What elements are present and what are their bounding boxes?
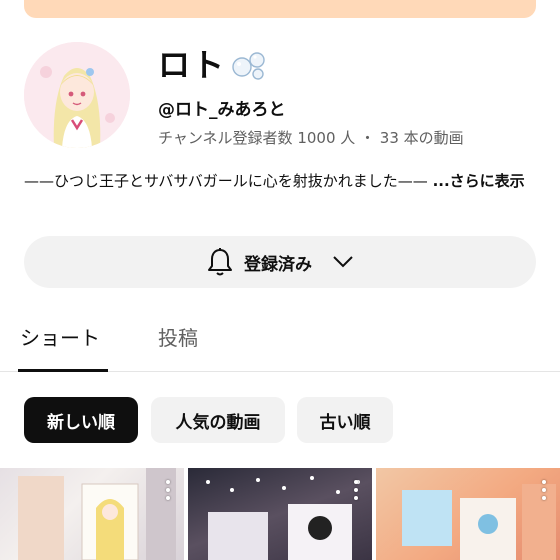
bubbles-icon: [232, 52, 265, 80]
channel-description[interactable]: ——ひつじ王子とサバサバガールに心を射抜かれました—— ...さらに表示: [24, 170, 534, 193]
channel-name-text: ロト: [158, 46, 227, 84]
channel-name: ロト: [158, 40, 268, 86]
show-more-link[interactable]: ...さらに表示: [433, 172, 525, 190]
short-thumbnail[interactable]: [188, 468, 372, 560]
filter-chip-oldest[interactable]: 古い順: [297, 397, 393, 443]
more-options-icon[interactable]: [354, 480, 358, 504]
channel-tabs: ショート 投稿: [0, 318, 560, 372]
chevron-down-icon: [333, 256, 353, 268]
tab-posts[interactable]: 投稿: [158, 322, 198, 351]
subscribed-label: 登録済み: [244, 254, 312, 275]
short-thumbnail[interactable]: [376, 468, 560, 560]
tab-shorts[interactable]: ショート: [20, 322, 100, 351]
short-thumbnail[interactable]: [0, 468, 184, 560]
channel-banner: [24, 0, 536, 18]
filter-chip-newest[interactable]: 新しい順: [24, 397, 138, 443]
active-tab-indicator: [18, 369, 108, 372]
bell-icon: [208, 248, 232, 276]
description-text: ——ひつじ王子とサバサバガールに心を射抜かれました——: [24, 172, 433, 190]
more-options-icon[interactable]: [542, 480, 546, 504]
avatar[interactable]: [24, 42, 130, 148]
channel-handle: @ロト_みあろと: [158, 100, 286, 120]
filter-chip-popular[interactable]: 人気の動画: [151, 397, 285, 443]
channel-stats: チャンネル登録者数 1000 人 ・ 33 本の動画: [158, 129, 464, 147]
subscribed-button[interactable]: 登録済み: [24, 236, 536, 288]
more-options-icon[interactable]: [166, 480, 170, 504]
